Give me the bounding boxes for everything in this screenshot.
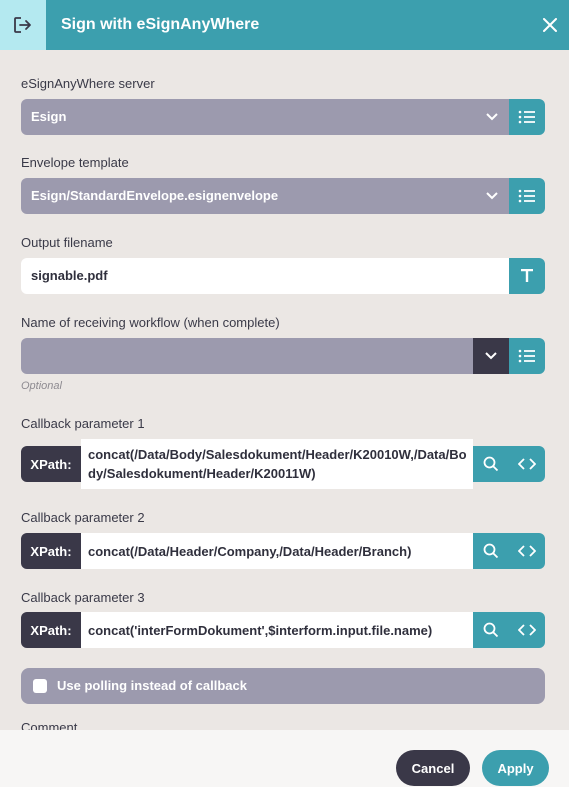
callback3-code-button[interactable] [509,612,545,648]
dialog-title: Sign with eSignAnyWhere [61,16,260,33]
chevron-down-icon [486,192,498,200]
xpath-tag: XPath: [21,533,81,569]
xpath-tag: XPath: [21,446,81,482]
code-icon [518,545,536,557]
dialog-header: Sign with eSignAnyWhere [0,0,569,50]
callback3-search-button[interactable] [473,612,509,648]
envelope-select[interactable]: Esign/StandardEnvelope.esignenvelope [21,178,509,214]
callback1-code-button[interactable] [509,446,545,482]
envelope-label: Envelope template [21,155,129,170]
apply-button[interactable]: Apply [482,750,549,786]
list-icon [518,189,535,203]
server-label: eSignAnyWhere server [21,76,155,91]
text-icon [521,269,533,282]
search-icon [483,543,499,559]
dialog-content: eSignAnyWhere server Esign Envelope temp… [0,50,569,730]
polling-toggle[interactable]: Use polling instead of callback [21,668,545,704]
dialog-footer: Cancel Apply [0,730,569,787]
workflow-list-button[interactable] [509,338,545,374]
server-list-button[interactable] [509,99,545,135]
callback2-code-button[interactable] [509,533,545,569]
envelope-list-button[interactable] [509,178,545,214]
server-value: Esign [31,109,67,124]
callback2-search-button[interactable] [473,533,509,569]
callback2-input[interactable]: concat(/Data/Header/Company,/Data/Header… [81,533,473,569]
callback2-label: Callback parameter 2 [21,510,145,525]
sign-out-icon [0,0,46,50]
list-icon [518,349,535,363]
output-filename-input[interactable]: signable.pdf [21,258,509,294]
polling-checkbox[interactable] [33,679,47,693]
comment-label: Comment [21,720,78,730]
callback3-input[interactable]: concat('interFormDokument',$interform.in… [81,612,473,648]
workflow-dropdown-button[interactable] [473,338,509,374]
polling-label: Use polling instead of callback [57,678,247,693]
server-select[interactable]: Esign [21,99,509,135]
envelope-value: Esign/StandardEnvelope.esignenvelope [31,188,279,203]
callback2-row: XPath: concat(/Data/Header/Company,/Data… [21,533,545,569]
callback3-row: XPath: concat('interFormDokument',$inter… [21,612,545,648]
search-icon [483,456,499,472]
callback1-input[interactable]: concat(/Data/Body/Salesdokument/Header/K… [81,439,473,489]
workflow-select[interactable] [21,338,473,374]
chevron-down-icon [486,113,498,121]
callback1-row: XPath: concat(/Data/Body/Salesdokument/H… [21,439,545,489]
workflow-hint: Optional [21,380,62,392]
close-icon[interactable] [540,15,560,35]
callback1-search-button[interactable] [473,446,509,482]
callback3-label: Callback parameter 3 [21,590,145,605]
xpath-tag: XPath: [21,612,81,648]
code-icon [518,624,536,636]
text-format-button[interactable] [509,258,545,294]
callback1-label: Callback parameter 1 [21,416,145,431]
list-icon [518,110,535,124]
cancel-button[interactable]: Cancel [396,750,470,786]
output-label: Output filename [21,235,113,250]
workflow-label: Name of receiving workflow (when complet… [21,315,280,330]
code-icon [518,458,536,470]
chevron-down-icon [485,352,497,360]
search-icon [483,622,499,638]
